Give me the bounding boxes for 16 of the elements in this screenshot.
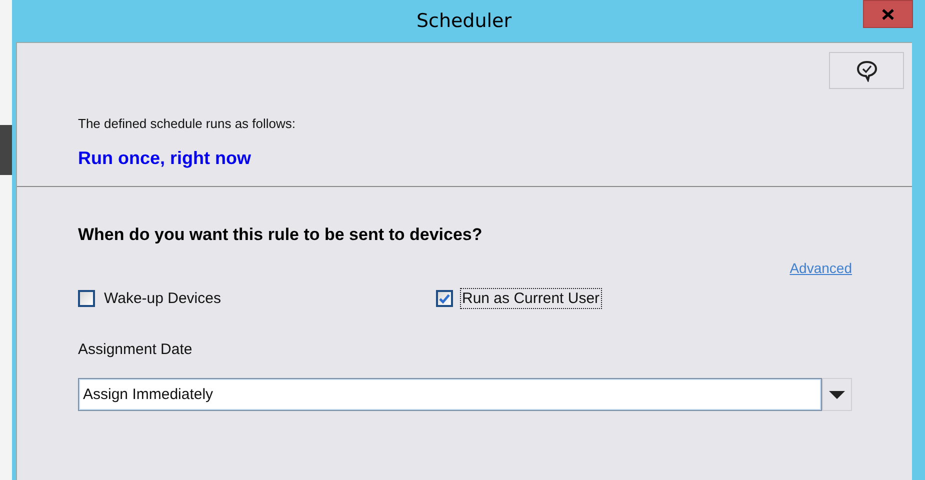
caret-icon: [829, 390, 845, 398]
checkbox-label[interactable]: Run as Current User: [460, 288, 602, 309]
assignment-date-field[interactable]: Assign Immediately: [78, 378, 822, 411]
schedule-summary: Run once, right now: [78, 148, 252, 169]
field-label: Assignment Date: [78, 341, 194, 358]
close-button[interactable]: [863, 0, 913, 28]
schedule-intro: The defined schedule runs as follows:: [78, 116, 297, 131]
feedback-button[interactable]: [829, 52, 904, 89]
close-icon: [882, 8, 894, 20]
question-heading: When do you want this rule to be sent to devices?: [78, 225, 484, 245]
checkbox[interactable]: [436, 290, 453, 307]
checkbox[interactable]: [78, 290, 95, 307]
dropdown-button[interactable]: [822, 378, 852, 411]
window-title: Scheduler: [416, 10, 512, 32]
speech-bubble-check-icon: [856, 60, 878, 82]
checkbox-label[interactable]: Wake-up Devices: [102, 288, 223, 309]
